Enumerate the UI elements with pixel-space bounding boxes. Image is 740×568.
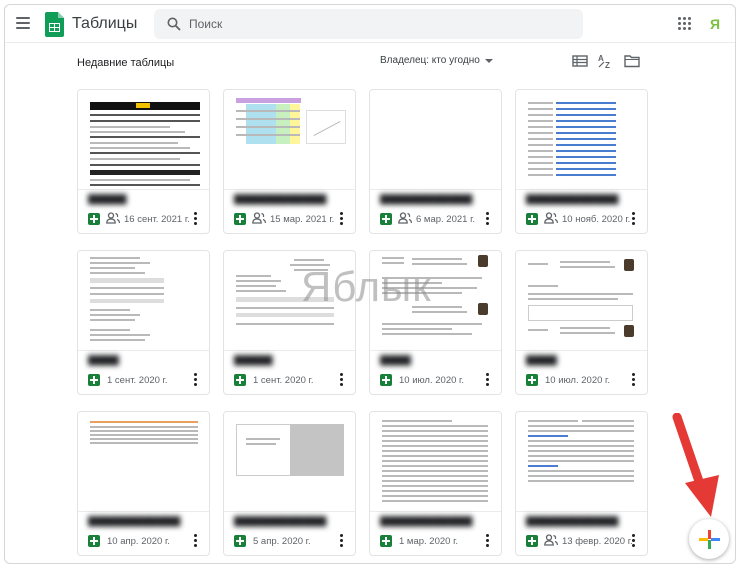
spreadsheet-title-blurred: ▇▇▇▇▇ [88, 194, 127, 205]
spreadsheet-card[interactable]: ▇▇▇▇▇▇▇▇▇▇▇▇ 15 мар. 2021 г. [223, 89, 356, 234]
spreadsheet-title-blurred: ▇▇▇▇▇▇▇▇▇▇▇▇ [526, 516, 619, 527]
spreadsheet-title-blurred: ▇▇▇▇▇▇▇▇▇▇▇▇ [234, 516, 327, 527]
search-input[interactable] [189, 15, 569, 33]
section-title: Недавние таблицы [77, 57, 175, 69]
last-opened-date: 10 июл. 2020 г. [545, 375, 610, 386]
chevron-down-icon [484, 58, 493, 63]
spreadsheet-thumbnail [516, 412, 647, 512]
more-options-icon[interactable] [340, 534, 344, 547]
spreadsheet-title-blurred: ▇▇▇▇▇▇▇▇▇▇▇▇ [380, 516, 473, 527]
account-avatar[interactable]: Я [705, 14, 725, 34]
svg-text:Z: Z [605, 61, 610, 69]
spreadsheet-thumbnail [370, 90, 501, 190]
sort-az-icon[interactable]: A Z [597, 53, 613, 69]
owner-filter-label: Владелец: кто угодно [380, 55, 480, 66]
last-opened-date: 10 нояб. 2020 г. [562, 214, 631, 225]
spreadsheet-thumbnail [516, 251, 647, 351]
spreadsheet-title-blurred: ▇▇▇▇▇▇▇▇▇▇▇▇ [234, 194, 327, 205]
spreadsheet-thumbnail [224, 412, 355, 512]
sheets-file-icon [380, 374, 392, 386]
spreadsheet-card[interactable]: ▇▇▇▇▇▇▇▇▇▇▇▇ 1 мар. 2020 г. [369, 411, 502, 556]
owner-filter-dropdown[interactable]: Владелец: кто угодно [380, 55, 493, 66]
main-menu-icon[interactable] [16, 17, 30, 29]
spreadsheet-card[interactable]: ▇▇▇▇▇▇▇▇▇▇▇▇ 10 нояб. 2020 г. [515, 89, 648, 234]
spreadsheet-thumbnail [370, 412, 501, 512]
sheets-file-icon [380, 213, 392, 225]
shared-users-icon [106, 212, 120, 224]
more-options-icon[interactable] [194, 212, 198, 225]
app-title: Таблицы [72, 15, 138, 32]
last-opened-date: 1 сент. 2020 г. [107, 375, 168, 386]
sheets-logo-icon[interactable] [45, 12, 64, 37]
last-opened-date: 15 мар. 2021 г. [270, 214, 335, 225]
sheets-home-window: Таблицы Я Недавние таблицы Владелец: кто… [4, 4, 736, 564]
spreadsheet-title-blurred: ▇▇▇▇ [88, 355, 119, 366]
last-opened-date: 6 мар. 2021 г. [416, 214, 476, 225]
more-options-icon[interactable] [632, 534, 636, 547]
spreadsheet-thumbnail [224, 90, 355, 190]
sheets-file-icon [526, 213, 538, 225]
spreadsheet-card[interactable]: ▇▇▇▇▇▇▇▇▇▇▇▇ 13 февр. 2020 г. [515, 411, 648, 556]
more-options-icon[interactable] [632, 212, 636, 225]
spreadsheet-title-blurred: ▇▇▇▇▇ [234, 355, 273, 366]
spreadsheet-title-blurred: ▇▇▇▇▇▇▇▇▇▇▇▇ [380, 194, 473, 205]
spreadsheet-title-blurred: ▇▇▇▇ [526, 355, 557, 366]
sheets-file-icon [380, 535, 392, 547]
last-opened-date: 13 февр. 2020 г. [562, 536, 633, 547]
spreadsheet-title-blurred: ▇▇▇▇▇▇▇▇▇▇▇▇ [526, 194, 619, 205]
svg-text:A: A [598, 54, 604, 63]
spreadsheet-card[interactable]: ▇▇▇▇▇ 16 сент. 2021 г. [77, 89, 210, 234]
last-opened-date: 16 сент. 2021 г. [124, 214, 190, 225]
folder-picker-icon[interactable] [624, 53, 640, 69]
top-bar: Таблицы Я [5, 5, 735, 43]
shared-users-icon [252, 212, 266, 224]
sheets-file-icon [234, 374, 246, 386]
more-options-icon[interactable] [632, 373, 636, 386]
sheets-file-icon [88, 213, 100, 225]
more-options-icon[interactable] [486, 373, 490, 386]
list-view-icon[interactable] [572, 53, 588, 69]
spreadsheet-thumbnail [78, 412, 209, 512]
plus-icon [699, 530, 720, 549]
watermark: Яблык [301, 263, 432, 310]
spreadsheet-title-blurred: ▇▇▇▇ [380, 355, 411, 366]
more-options-icon[interactable] [194, 534, 198, 547]
sheets-file-icon [88, 535, 100, 547]
search-icon[interactable] [167, 17, 181, 31]
more-options-icon[interactable] [194, 373, 198, 386]
last-opened-date: 10 июл. 2020 г. [399, 375, 464, 386]
search-box[interactable] [154, 9, 583, 39]
shared-users-icon [398, 212, 412, 224]
red-arrow-icon [672, 413, 719, 517]
last-opened-date: 5 апр. 2020 г. [253, 536, 311, 547]
sheets-file-icon [526, 374, 538, 386]
last-opened-date: 10 апр. 2020 г. [107, 536, 170, 547]
spreadsheet-card[interactable]: ▇▇▇▇▇▇▇▇▇▇▇▇ 5 апр. 2020 г. [223, 411, 356, 556]
google-apps-icon[interactable] [678, 17, 691, 30]
spreadsheet-card[interactable]: ▇▇▇▇ 10 июл. 2020 г. [515, 250, 648, 395]
spreadsheet-card[interactable]: ▇▇▇▇ 1 сент. 2020 г. [77, 250, 210, 395]
last-opened-date: 1 сент. 2020 г. [253, 375, 314, 386]
more-options-icon[interactable] [340, 212, 344, 225]
more-options-icon[interactable] [486, 534, 490, 547]
shared-users-icon [544, 534, 558, 546]
spreadsheet-title-blurred: ▇▇▇▇▇▇▇▇▇▇▇▇ [88, 516, 181, 527]
sheets-file-icon [88, 374, 100, 386]
sheets-file-icon [234, 535, 246, 547]
spreadsheet-thumbnail [78, 251, 209, 351]
sheets-file-icon [234, 213, 246, 225]
more-options-icon[interactable] [486, 212, 490, 225]
spreadsheet-card[interactable]: ▇▇▇▇▇▇▇▇▇▇▇▇ 6 мар. 2021 г. [369, 89, 502, 234]
sheets-file-icon [526, 535, 538, 547]
more-options-icon[interactable] [340, 373, 344, 386]
shared-users-icon [544, 212, 558, 224]
spreadsheet-thumbnail [516, 90, 647, 190]
last-opened-date: 1 мар. 2020 г. [399, 536, 459, 547]
spreadsheet-thumbnail [78, 90, 209, 190]
spreadsheet-card[interactable]: ▇▇▇▇▇▇▇▇▇▇▇▇ 10 апр. 2020 г. [77, 411, 210, 556]
create-new-spreadsheet-button[interactable] [689, 519, 729, 559]
